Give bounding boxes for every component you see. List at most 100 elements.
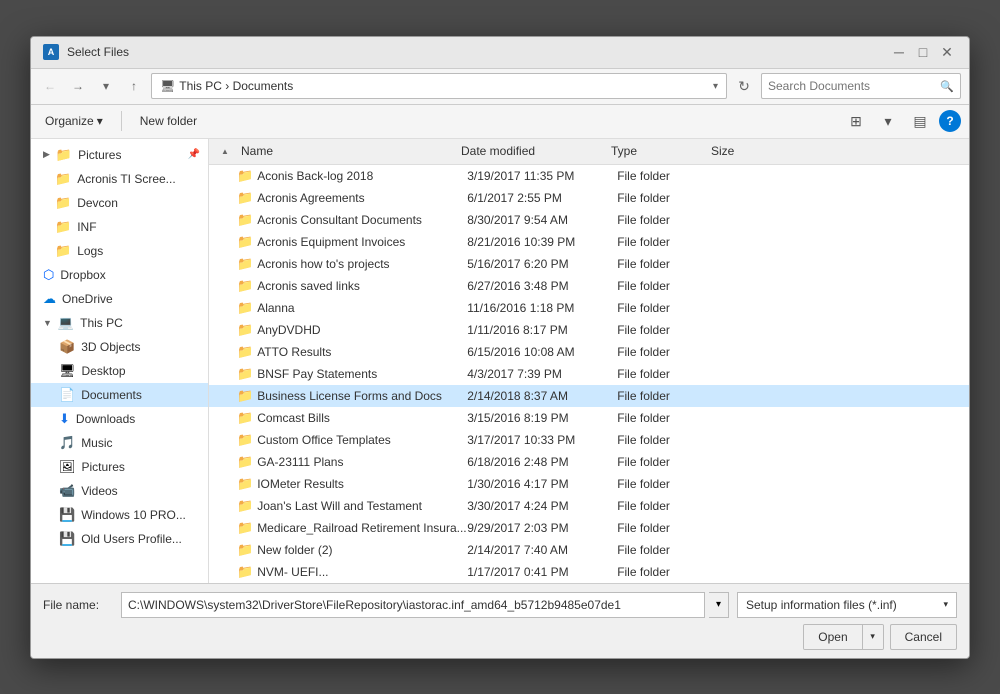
minimize-button[interactable]: ─ — [889, 42, 909, 62]
sidebar-item-dropbox[interactable]: ⬡ Dropbox — [31, 263, 208, 287]
filename-label: File name: — [43, 598, 113, 612]
sidebar-item-acronis-ti[interactable]: 📁 Acronis TI Scree... — [31, 167, 208, 191]
sidebar-label: INF — [77, 220, 96, 234]
folder-icon: 📁 — [237, 256, 253, 272]
table-row[interactable]: 📁 IOMeter Results 1/30/2016 4:17 PM File… — [209, 473, 969, 495]
file-date: 6/1/2017 2:55 PM — [467, 191, 617, 205]
table-row[interactable]: 📁 Medicare_Railroad Retirement Insura...… — [209, 517, 969, 539]
forward-button[interactable]: → — [67, 75, 89, 97]
sidebar-label: This PC — [80, 316, 123, 330]
folder-icon: 📁 — [237, 520, 253, 536]
file-date: 4/3/2017 7:39 PM — [467, 367, 617, 381]
folder-icon: 📦 — [59, 339, 75, 355]
folder-icon: 📁 — [56, 147, 72, 163]
file-dialog: A Select Files ─ □ ✕ ← → ▾ ↑ 🖥 This PC ›… — [30, 36, 970, 659]
bottom-bar: File name: ▾ Setup information files (*.… — [31, 583, 969, 658]
help-button[interactable]: ? — [939, 110, 961, 132]
close-button[interactable]: ✕ — [937, 42, 957, 62]
file-name: Comcast Bills — [257, 411, 467, 425]
table-row[interactable]: 📁 Aconis Back-log 2018 3/19/2017 11:35 P… — [209, 165, 969, 187]
table-row[interactable]: 📁 Business License Forms and Docs 2/14/2… — [209, 385, 969, 407]
table-row[interactable]: 📁 Acronis Equipment Invoices 8/21/2016 1… — [209, 231, 969, 253]
file-date: 3/15/2016 8:19 PM — [467, 411, 617, 425]
file-name: Joan's Last Will and Testament — [257, 499, 467, 513]
sidebar-item-pictures-pin[interactable]: ▶ 📁 Pictures 📌 — [31, 143, 208, 167]
maximize-button[interactable]: □ — [913, 42, 933, 62]
sidebar-item-downloads[interactable]: ⬇ Downloads — [31, 407, 208, 431]
table-row[interactable]: 📁 AnyDVDHD 1/11/2016 8:17 PM File folder — [209, 319, 969, 341]
col-header-size[interactable]: Size — [707, 144, 965, 158]
file-date: 6/27/2016 3:48 PM — [467, 279, 617, 293]
filename-dropdown-button[interactable]: ▾ — [709, 592, 729, 618]
folder-icon: 📁 — [237, 564, 253, 580]
folder-icon: 📁 — [237, 366, 253, 382]
address-path[interactable]: 🖥 This PC › Documents ▾ — [151, 73, 727, 99]
organize-button[interactable]: Organize ▾ — [39, 111, 109, 131]
table-row[interactable]: 📁 Acronis how to's projects 5/16/2017 6:… — [209, 253, 969, 275]
sidebar-item-3d-objects[interactable]: 📦 3D Objects — [31, 335, 208, 359]
folder-icon: 📁 — [237, 542, 253, 558]
window-controls: ─ □ ✕ — [889, 42, 957, 62]
table-row[interactable]: 📁 NVM- UEFI... 1/17/2017 0:41 PM File fo… — [209, 561, 969, 583]
sidebar-item-this-pc[interactable]: ▼ 💻 This PC — [31, 311, 208, 335]
recent-button[interactable]: ▾ — [95, 75, 117, 97]
cancel-button[interactable]: Cancel — [890, 624, 957, 650]
table-row[interactable]: 📁 GA-23111 Plans 6/18/2016 2:48 PM File … — [209, 451, 969, 473]
table-row[interactable]: 📁 New folder (2) 2/14/2017 7:40 AM File … — [209, 539, 969, 561]
file-name: NVM- UEFI... — [257, 565, 467, 579]
sidebar-item-inf[interactable]: 📁 INF — [31, 215, 208, 239]
file-name: Acronis saved links — [257, 279, 467, 293]
col-header-date[interactable]: Date modified — [457, 144, 607, 158]
new-folder-button[interactable]: New folder — [134, 111, 203, 131]
filename-input[interactable] — [121, 592, 705, 618]
sidebar-label: Dropbox — [60, 268, 105, 282]
sidebar: ▶ 📁 Pictures 📌 📁 Acronis TI Scree... 📁 D… — [31, 139, 209, 583]
file-type: File folder — [617, 389, 717, 403]
pin-icon: 📌 — [188, 149, 200, 160]
table-row[interactable]: 📁 Custom Office Templates 3/17/2017 10:3… — [209, 429, 969, 451]
expand-icon: ▼ — [43, 318, 52, 328]
open-button[interactable]: Open — [804, 625, 861, 649]
filetype-arrow-icon: ▾ — [943, 599, 948, 610]
sidebar-item-devcon[interactable]: 📁 Devcon — [31, 191, 208, 215]
up-button[interactable]: ↑ — [123, 75, 145, 97]
title-bar: A Select Files ─ □ ✕ — [31, 37, 969, 69]
sidebar-item-videos[interactable]: 📹 Videos — [31, 479, 208, 503]
file-type: File folder — [617, 411, 717, 425]
table-row[interactable]: 📁 Alanna 11/16/2016 1:18 PM File folder — [209, 297, 969, 319]
sidebar-item-documents[interactable]: 📄 Documents — [31, 383, 208, 407]
table-row[interactable]: 📁 Acronis Agreements 6/1/2017 2:55 PM Fi… — [209, 187, 969, 209]
filetype-select[interactable]: Setup information files (*.inf) ▾ — [737, 592, 957, 618]
search-input[interactable] — [768, 79, 936, 93]
file-date: 2/14/2017 7:40 AM — [467, 543, 617, 557]
table-row[interactable]: 📁 BNSF Pay Statements 4/3/2017 7:39 PM F… — [209, 363, 969, 385]
sidebar-item-desktop[interactable]: 🖥 Desktop — [31, 359, 208, 383]
music-icon: 🎵 — [59, 435, 75, 451]
view-pane-button[interactable]: ▤ — [907, 108, 933, 134]
sidebar-item-pictures[interactable]: 🖼 Pictures — [31, 455, 208, 479]
folder-icon: 📁 — [237, 388, 253, 404]
sidebar-label: Devcon — [77, 196, 118, 210]
open-dropdown-button[interactable]: ▾ — [863, 625, 883, 649]
col-header-name[interactable]: Name — [237, 144, 457, 158]
table-row[interactable]: 📁 Acronis saved links 6/27/2016 3:48 PM … — [209, 275, 969, 297]
sidebar-item-onedrive[interactable]: ☁ OneDrive — [31, 287, 208, 311]
sidebar-item-music[interactable]: 🎵 Music — [31, 431, 208, 455]
refresh-button[interactable]: ↻ — [733, 75, 755, 97]
back-button[interactable]: ← — [39, 75, 61, 97]
view-list-button[interactable]: ⊞ — [843, 108, 869, 134]
folder-icon: 📁 — [237, 322, 253, 338]
check-all[interactable]: ▲ — [213, 147, 237, 156]
table-row[interactable]: 📁 Comcast Bills 3/15/2016 8:19 PM File f… — [209, 407, 969, 429]
organize-chevron-icon: ▾ — [97, 114, 103, 128]
table-row[interactable]: 📁 ATTO Results 6/15/2016 10:08 AM File f… — [209, 341, 969, 363]
table-row[interactable]: 📁 Acronis Consultant Documents 8/30/2017… — [209, 209, 969, 231]
organize-label: Organize — [45, 114, 94, 128]
col-header-type[interactable]: Type — [607, 144, 707, 158]
view-dropdown-button[interactable]: ▾ — [875, 108, 901, 134]
file-type: File folder — [617, 455, 717, 469]
sidebar-item-logs[interactable]: 📁 Logs — [31, 239, 208, 263]
sidebar-item-windows10[interactable]: 💾 Windows 10 PRO... — [31, 503, 208, 527]
table-row[interactable]: 📁 Joan's Last Will and Testament 3/30/20… — [209, 495, 969, 517]
sidebar-item-old-users[interactable]: 💾 Old Users Profile... — [31, 527, 208, 551]
